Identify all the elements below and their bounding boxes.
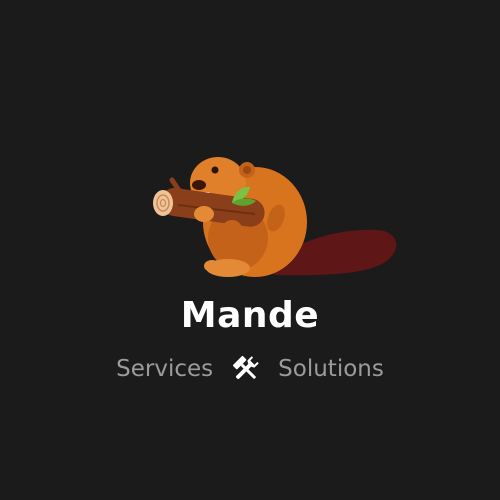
brand-name: Mande bbox=[180, 295, 320, 336]
beaver-holding-log-icon bbox=[153, 157, 397, 277]
tagline: Services Solutions bbox=[0, 352, 500, 386]
tagline-solutions: Solutions bbox=[278, 356, 384, 382]
tagline-services: Services bbox=[116, 356, 214, 382]
hammer-wrench-icon bbox=[233, 355, 259, 379]
logo-canvas: Mande Services Solutions bbox=[0, 0, 500, 500]
